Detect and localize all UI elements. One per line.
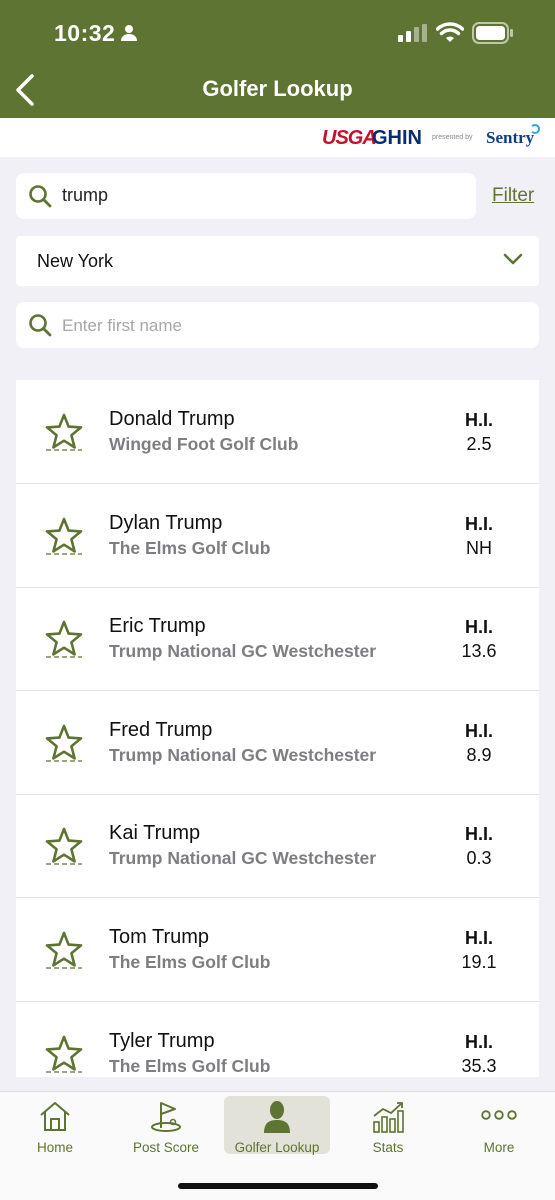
tab-stats[interactable]: Stats bbox=[335, 1096, 441, 1155]
tab-home-label: Home bbox=[36, 1140, 73, 1155]
sentry-mark-icon bbox=[530, 124, 540, 134]
handicap-index-label: H.I. bbox=[464, 720, 493, 741]
battery-icon bbox=[472, 22, 514, 49]
sentry-logo: Sentry bbox=[486, 128, 535, 147]
golfer-row[interactable]: Tom Trump The Elms Golf Club H.I. 19.1 bbox=[16, 898, 539, 1002]
handicap-index-value: 8.9 bbox=[466, 744, 492, 765]
golfer-list: Donald Trump Winged Foot Golf Club H.I. 2.5… bbox=[16, 380, 539, 1077]
status-time: 10:32 bbox=[54, 20, 116, 46]
golfer-club: The Elms Golf Club bbox=[109, 537, 271, 558]
favorite-star-icon[interactable] bbox=[44, 412, 84, 457]
wifi-icon bbox=[435, 22, 465, 49]
more-icon bbox=[446, 1100, 552, 1135]
app-header: 10:32 Golfer Lookup bbox=[0, 0, 555, 118]
status-bar: 10:32 bbox=[0, 18, 555, 50]
golfer-name: Eric Trump bbox=[109, 615, 206, 638]
handicap-index-label: H.I. bbox=[464, 928, 493, 948]
search-icon bbox=[28, 184, 52, 213]
favorite-star-icon[interactable] bbox=[44, 1034, 84, 1077]
ghin-logo: GHIN bbox=[372, 127, 422, 149]
tab-more[interactable]: More bbox=[446, 1096, 552, 1155]
golfer-name: Kai Trump bbox=[109, 822, 201, 845]
tab-home[interactable]: Home bbox=[2, 1096, 108, 1155]
golfer-name: Dylan Trump bbox=[109, 511, 223, 534]
tab-post-score-label: Post Score bbox=[132, 1140, 200, 1155]
golf-flag-icon bbox=[113, 1100, 219, 1137]
chart-icon bbox=[335, 1100, 441, 1139]
golfer-row[interactable]: Dylan Trump The Elms Golf Club H.I. NH bbox=[16, 484, 539, 588]
handicap-index-label: H.I. bbox=[464, 824, 493, 845]
golfer-row[interactable]: Tyler Trump The Elms Golf Club H.I. 35.3 bbox=[16, 1002, 539, 1077]
search-input[interactable]: trump bbox=[16, 173, 476, 219]
golfer-row[interactable]: Kai Trump Trump National GC Westchester H.… bbox=[16, 794, 539, 899]
state-select-value: New York bbox=[37, 251, 114, 271]
handicap-index-value: 13.6 bbox=[461, 641, 497, 662]
golfer-club: Trump National GC Westchester bbox=[109, 848, 377, 869]
favorite-star-icon[interactable] bbox=[44, 723, 84, 768]
first-name-placeholder: Enter first name bbox=[62, 316, 182, 335]
golfer-club: Trump National GC Westchester bbox=[109, 641, 377, 662]
handicap-index-label: H.I. bbox=[464, 1031, 493, 1052]
presented-by-label: presented by bbox=[432, 134, 473, 141]
page-title: Golfer Lookup bbox=[202, 76, 353, 101]
cellular-signal-icon bbox=[398, 24, 428, 47]
handicap-index-value: 35.3 bbox=[461, 1055, 497, 1076]
golfer-row[interactable]: Eric Trump Trump National GC Westchester H… bbox=[16, 587, 539, 692]
person-icon bbox=[224, 1100, 330, 1139]
chevron-down-icon bbox=[503, 252, 523, 271]
golfer-row[interactable]: Fred Trump Trump National GC Westchester H… bbox=[16, 691, 539, 795]
golfer-name: Donald Trump bbox=[109, 408, 235, 430]
nav-bar: Golfer Lookup bbox=[0, 70, 555, 110]
handicap-index-label: H.I. bbox=[464, 617, 493, 638]
golfer-club: The Elms Golf Club bbox=[109, 952, 271, 972]
home-icon bbox=[2, 1100, 108, 1137]
handicap-index-value: 2.5 bbox=[466, 434, 492, 454]
golfer-name: Tyler Trump bbox=[109, 1029, 215, 1052]
first-name-input[interactable]: Enter first name bbox=[16, 302, 539, 348]
golfer-name: Fred Trump bbox=[109, 718, 213, 741]
search-icon bbox=[28, 313, 52, 342]
favorite-star-icon[interactable] bbox=[44, 826, 84, 871]
tab-more-label: More bbox=[483, 1140, 515, 1155]
brand-strip: USGA GHIN presented by Sentry bbox=[0, 118, 555, 157]
home-indicator bbox=[178, 1183, 378, 1189]
handicap-index-label: H.I. bbox=[464, 410, 493, 430]
usga-logo: USGA bbox=[322, 127, 377, 149]
state-select[interactable]: New York bbox=[16, 236, 539, 286]
tab-golfer-lookup[interactable]: Golfer Lookup bbox=[224, 1096, 330, 1155]
favorite-star-icon[interactable] bbox=[44, 619, 84, 664]
handicap-index-value: NH bbox=[466, 537, 492, 558]
golfer-row[interactable]: Donald Trump Winged Foot Golf Club H.I. 2.5 bbox=[16, 380, 539, 484]
golfer-name: Tom Trump bbox=[109, 926, 210, 948]
filter-link[interactable]: Filter bbox=[492, 185, 534, 207]
person-icon bbox=[120, 24, 138, 47]
favorite-star-icon[interactable] bbox=[44, 516, 84, 561]
handicap-index-value: 0.3 bbox=[466, 848, 492, 869]
handicap-index-label: H.I. bbox=[464, 513, 493, 534]
tab-post-score[interactable]: Post Score bbox=[113, 1096, 219, 1155]
favorite-star-icon[interactable] bbox=[44, 930, 84, 975]
golfer-club: Trump National GC Westchester bbox=[109, 744, 377, 765]
tab-stats-label: Stats bbox=[372, 1140, 404, 1155]
tab-golfer-lookup-label: Golfer Lookup bbox=[234, 1140, 320, 1155]
golfer-club: Winged Foot Golf Club bbox=[109, 434, 299, 454]
search-value: trump bbox=[62, 185, 109, 205]
golfer-club: The Elms Golf Club bbox=[109, 1055, 271, 1076]
handicap-index-value: 19.1 bbox=[461, 952, 497, 972]
